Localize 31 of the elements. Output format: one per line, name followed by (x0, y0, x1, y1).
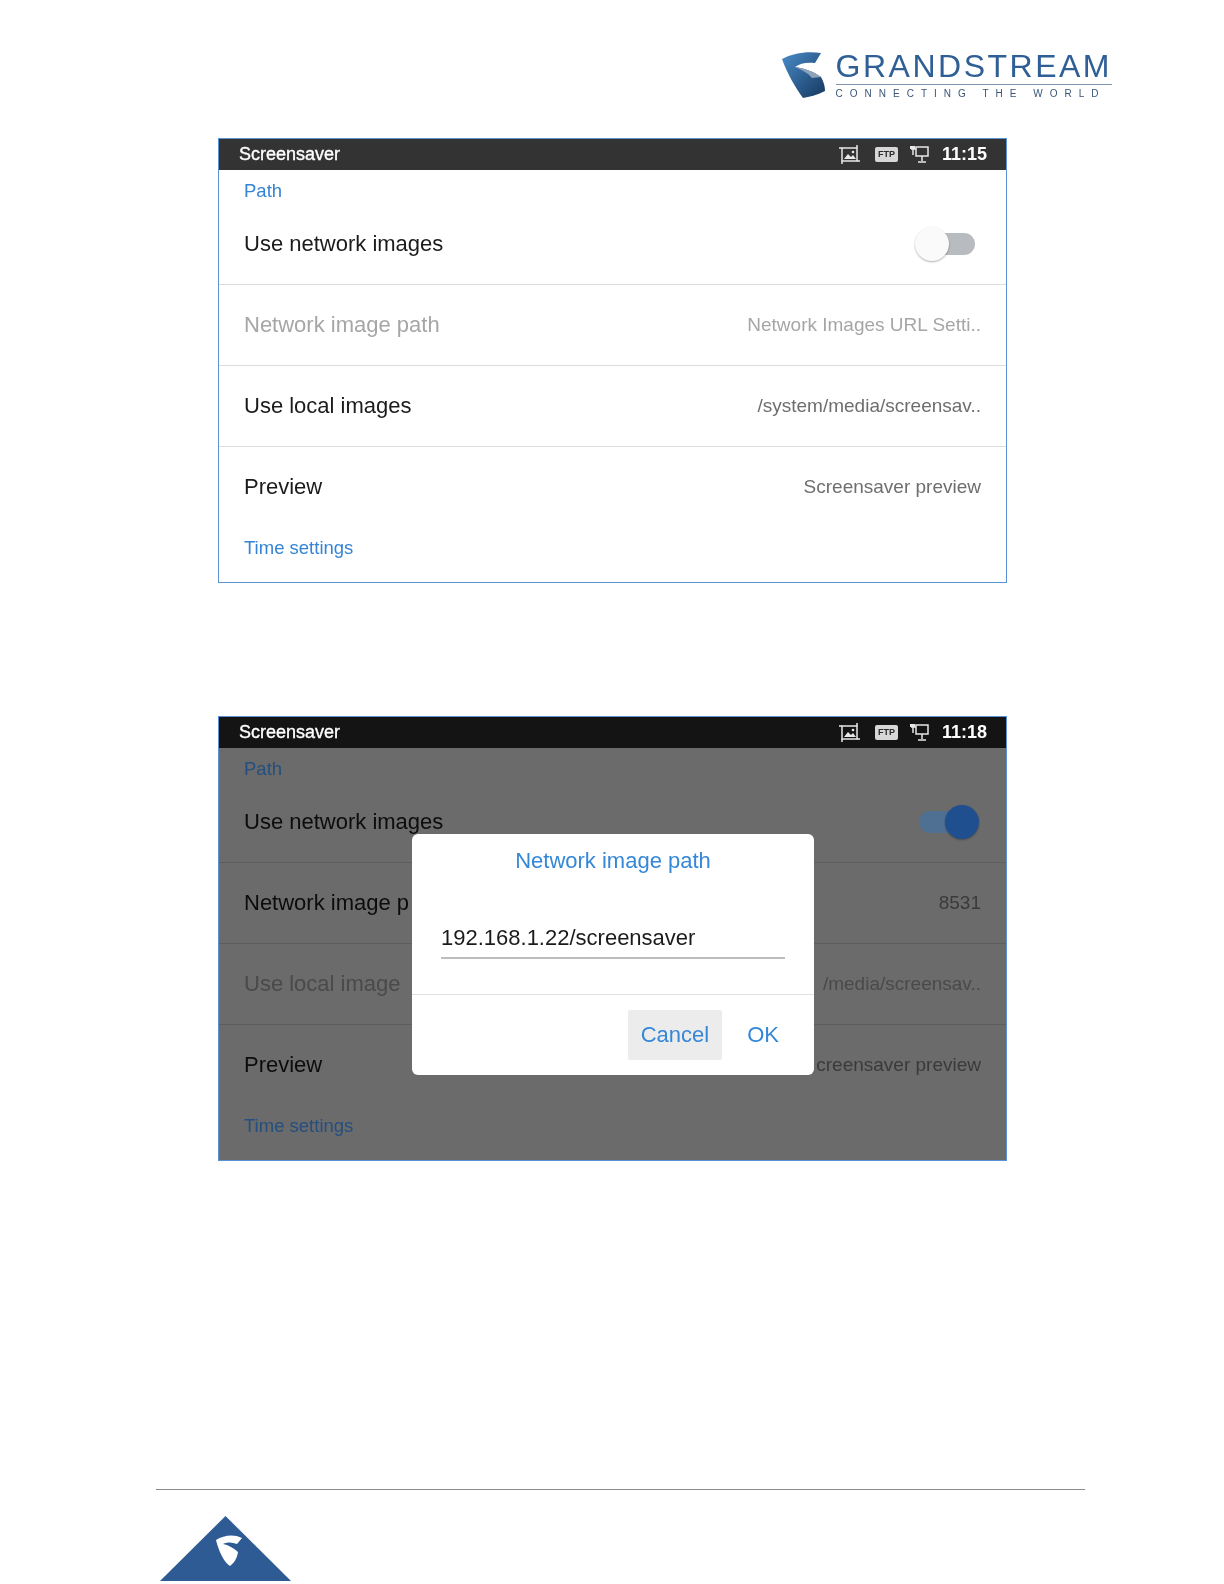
setting-value: Network Images URL Setti.. (747, 314, 981, 336)
setting-title[interactable]: Network image p (244, 890, 410, 916)
logo-icon (780, 51, 827, 99)
section-header: Path (244, 179, 283, 203)
setting-title[interactable]: Use network images (244, 231, 444, 257)
screen-title: Screensaver (239, 144, 341, 165)
screen-title: Screensaver (239, 722, 341, 743)
clock-time: 11:18 (941, 722, 987, 743)
setting-title[interactable]: Preview (244, 1052, 323, 1078)
ftp-indicator: FTP (874, 147, 898, 162)
setting-value: /system/media/screensav.. (757, 395, 981, 417)
setting-title[interactable]: Use network images (244, 809, 444, 835)
setting-title[interactable]: Use local images (244, 393, 412, 419)
picture-icon (838, 723, 860, 742)
dialog-title: Network image path (515, 848, 711, 874)
dialog-button[interactable]: OK (734, 1010, 792, 1060)
setting-title[interactable]: Preview (244, 474, 323, 500)
dialog-button[interactable]: Cancel (627, 1010, 723, 1060)
picture-icon (838, 145, 860, 164)
setting-value: Screensaver preview (803, 476, 981, 498)
monitor-icon (909, 145, 929, 164)
text-field[interactable]: 192.168.1.22/screensaver (441, 923, 785, 959)
monitor-icon (909, 723, 929, 742)
section-header: Time settings (244, 536, 354, 560)
section-header: Path (244, 757, 283, 781)
logo-wordmark: GRANDSTREAM (835, 51, 1112, 80)
logo-tagline: CONNECTING THE WORLD (835, 87, 1107, 99)
ftp-indicator: FTP (874, 725, 898, 740)
clock-time: 11:15 (941, 144, 987, 165)
triangle-logo-icon (160, 1516, 291, 1581)
section-header: Time settings (244, 1114, 354, 1138)
